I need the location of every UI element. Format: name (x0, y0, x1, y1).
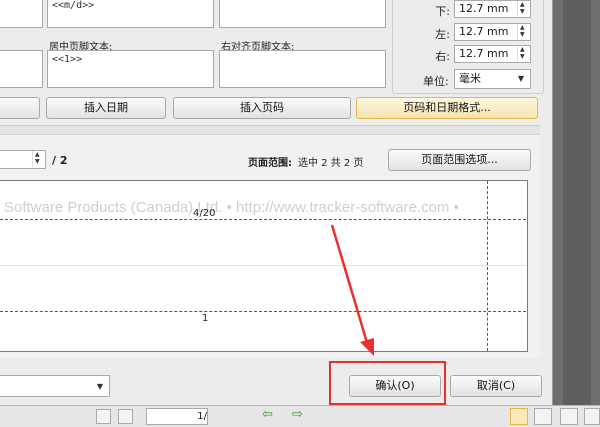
left-partial-button[interactable] (0, 97, 40, 119)
bottom-margin-guide (0, 311, 526, 312)
page-divider (0, 265, 526, 266)
bottom-margin-arrows[interactable]: ▲ ▼ (517, 1, 530, 17)
preview-footer-text: 1 (202, 313, 209, 324)
left-margin-spinner[interactable]: 12.7 mm ▲ ▼ (454, 23, 531, 41)
view-mode-icon-4[interactable] (584, 408, 600, 425)
preset-select[interactable]: ▼ (0, 375, 110, 397)
status-nav-icon[interactable] (96, 409, 111, 424)
right-margin-arrows[interactable]: ▲ ▼ (517, 46, 530, 62)
right-margin-label: 右: (435, 50, 450, 63)
top-margin-guide (0, 219, 526, 220)
center-header-text-field[interactable]: <<m/d>> (47, 0, 214, 28)
center-footer-text-field[interactable]: <<1>> (47, 50, 214, 88)
page-range-options-button[interactable]: 页面范围选项... (388, 149, 531, 171)
page-range-label: 页面范围: (248, 158, 292, 169)
preview-header-text: 4/20 (193, 208, 216, 219)
page-number-spinner[interactable]: ▲ ▼ (0, 150, 46, 169)
bottom-margin-value: 12.7 mm (459, 2, 509, 15)
insert-page-number-button[interactable]: 插入页码 (173, 97, 351, 119)
watermark-text: Software Products (Canada) Ltd. • http:/… (4, 199, 459, 216)
app-background-strip (553, 0, 600, 405)
page-total: / 2 (52, 154, 68, 167)
back-arrow-icon[interactable]: ⇦ (262, 407, 273, 422)
center-header-value: <<m/d>> (52, 0, 95, 11)
left-margin-value: 12.7 mm (459, 25, 509, 38)
unit-value: 毫米 (459, 72, 481, 85)
left-margin-label: 左: (435, 28, 450, 41)
unit-label: 单位: (423, 75, 449, 88)
status-page-value: 1/ (197, 411, 207, 422)
cancel-button[interactable]: 取消(C) (450, 375, 542, 397)
status-bar: 1/ ⇦ ⇨ (0, 405, 600, 427)
right-footer-text-field[interactable] (219, 50, 386, 88)
view-mode-icon-3[interactable] (560, 408, 578, 425)
right-margin-guide (487, 181, 488, 351)
scroll-area (563, 0, 591, 405)
left-header-text-field[interactable] (0, 0, 43, 28)
chevron-down-icon: ▼ (96, 382, 103, 391)
right-header-text-field[interactable] (219, 0, 386, 28)
insert-date-button[interactable]: 插入日期 (46, 97, 166, 119)
unit-select[interactable]: 毫米 ▼ (454, 69, 531, 89)
status-page-field[interactable]: 1/ (146, 408, 208, 425)
center-footer-value: <<1>> (52, 54, 83, 65)
page-date-format-button[interactable]: 页码和日期格式... (356, 97, 538, 119)
bottom-margin-spinner[interactable]: 12.7 mm ▲ ▼ (454, 0, 531, 18)
highlight-box (329, 361, 446, 405)
chevron-down-icon: ▼ (517, 74, 524, 83)
page-number-arrows[interactable]: ▲ ▼ (32, 151, 45, 167)
left-margin-arrows[interactable]: ▲ ▼ (517, 24, 530, 40)
right-margin-spinner[interactable]: 12.7 mm ▲ ▼ (454, 45, 531, 63)
page-range-text: 选中 2 共 2 页 (298, 158, 364, 169)
view-mode-icon-2[interactable] (534, 408, 552, 425)
status-nav-icon-2[interactable] (118, 409, 133, 424)
view-mode-icon[interactable] (510, 408, 528, 425)
panel-tab-strip (0, 126, 540, 135)
left-footer-text-field[interactable] (0, 50, 43, 88)
right-margin-value: 12.7 mm (459, 47, 509, 60)
forward-arrow-icon[interactable]: ⇨ (292, 407, 303, 422)
page-preview: Software Products (Canada) Ltd. • http:/… (0, 180, 528, 352)
header-footer-dialog: <<m/d>> 居中页脚文本: 右对齐页脚文本: <<1>> 下: 12.7 m… (0, 0, 553, 406)
bottom-margin-label: 下: (435, 5, 450, 18)
